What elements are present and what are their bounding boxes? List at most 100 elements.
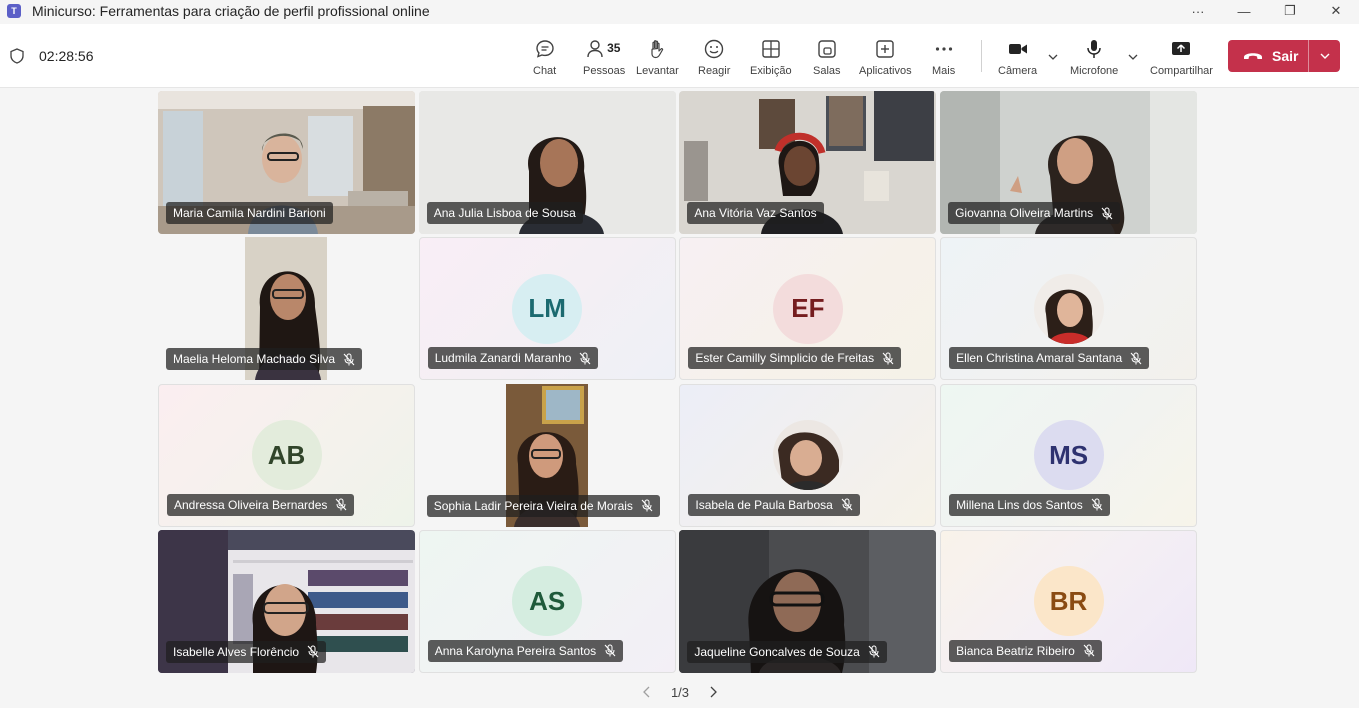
participant-tile[interactable]: Giovanna Oliveira Martins bbox=[940, 91, 1198, 234]
mic-off-icon bbox=[641, 499, 653, 512]
raise-hand-icon bbox=[651, 40, 664, 59]
participant-name-tag: Giovanna Oliveira Martins bbox=[948, 202, 1121, 224]
participant-name-tag: Maria Camila Nardini Barioni bbox=[166, 202, 333, 224]
participant-grid: Maria Camila Nardini Barioni Ana Julia L… bbox=[158, 91, 1198, 673]
more-button[interactable]: Mais bbox=[932, 38, 955, 82]
raise-hand-label: Levantar bbox=[636, 65, 679, 77]
minimize-icon[interactable]: — bbox=[1221, 0, 1267, 22]
share-screen-icon bbox=[1172, 42, 1191, 55]
participant-name-tag: Maelia Heloma Machado Silva bbox=[166, 348, 363, 371]
participant-avatar-initials: LM bbox=[512, 273, 583, 344]
hang-up-icon bbox=[1244, 53, 1262, 59]
participant-tile[interactable]: AS Anna Karolyna Pereira Santos bbox=[418, 529, 676, 673]
participant-name-tag: Bianca Beatriz Ribeiro bbox=[949, 639, 1102, 662]
microphone-label: Microfone bbox=[1070, 65, 1119, 77]
people-count: 35 bbox=[607, 41, 621, 55]
more-options-icon[interactable]: ··· bbox=[1175, 0, 1221, 22]
meeting-toolbar: 02:28:56 Chat 35 Pessoas Levantar Reagir… bbox=[0, 24, 1359, 88]
window-controls: ··· — ❐ ✕ bbox=[1175, 0, 1359, 22]
react-label: Reagir bbox=[698, 65, 731, 77]
grid-view-icon bbox=[762, 40, 780, 58]
page-indicator: 1/3 bbox=[670, 684, 690, 700]
participant-tile[interactable]: Isabelle Alves Florêncio bbox=[158, 529, 415, 673]
participant-name: Giovanna Oliveira Martins bbox=[955, 206, 1094, 220]
microphone-options-chevron-icon[interactable] bbox=[1127, 52, 1139, 62]
participant-name: Ester Camilly Simplicio de Freitas bbox=[695, 351, 875, 366]
leave-button[interactable]: Sair bbox=[1228, 40, 1340, 72]
participant-name-tag: Ludmila Zanardi Maranho bbox=[427, 347, 599, 370]
participant-avatar-initials: BR bbox=[1033, 566, 1104, 637]
participant-name-tag: Ester Camilly Simplicio de Freitas bbox=[688, 347, 902, 370]
participant-tile[interactable]: Sophia Ladir Pereira Vieira de Morais bbox=[418, 383, 676, 527]
previous-page-chevron-icon[interactable] bbox=[640, 685, 654, 699]
participant-tile[interactable]: MS Millena Lins dos Santos bbox=[940, 383, 1198, 527]
participant-tile[interactable]: Jaqueline Goncalves de Souza bbox=[679, 529, 937, 673]
people-button[interactable]: 35 Pessoas bbox=[583, 38, 625, 82]
mic-off-icon bbox=[604, 644, 616, 657]
view-button[interactable]: Exibição bbox=[750, 38, 792, 82]
participant-tile[interactable]: Ana Vitória Vaz Santos bbox=[679, 91, 937, 234]
teams-app-icon: T bbox=[7, 4, 21, 18]
participant-name-tag: Ana Vitória Vaz Santos bbox=[687, 202, 824, 224]
participant-avatar-photo bbox=[772, 420, 843, 491]
camera-label: Câmera bbox=[998, 65, 1038, 77]
participant-tile[interactable]: LM Ludmila Zanardi Maranho bbox=[418, 237, 676, 381]
rooms-label: Salas bbox=[813, 65, 841, 77]
shield-icon bbox=[10, 48, 24, 64]
pagination: 1/3 bbox=[640, 683, 720, 701]
next-page-chevron-icon[interactable] bbox=[706, 685, 720, 699]
toolbar-divider bbox=[981, 40, 982, 72]
mic-off-icon bbox=[868, 645, 880, 658]
leave-options-chevron-icon[interactable] bbox=[1309, 51, 1340, 61]
participant-name: Isabela de Paula Barbosa bbox=[695, 497, 833, 512]
participant-name: Ana Julia Lisboa de Sousa bbox=[433, 206, 576, 220]
smiley-icon bbox=[705, 39, 724, 59]
participant-name-tag: Jaqueline Goncalves de Souza bbox=[687, 640, 887, 663]
view-label: Exibição bbox=[750, 65, 792, 77]
people-label: Pessoas bbox=[583, 65, 626, 77]
participant-name: Ludmila Zanardi Maranho bbox=[434, 351, 572, 366]
participant-name-tag: Anna Karolyna Pereira Santos bbox=[427, 639, 624, 662]
participant-tile[interactable]: Maelia Heloma Machado Silva bbox=[158, 237, 415, 381]
participant-tile[interactable]: Maria Camila Nardini Barioni bbox=[158, 91, 415, 234]
mic-off-icon bbox=[1101, 207, 1113, 219]
participant-name: Maria Camila Nardini Barioni bbox=[173, 206, 326, 220]
breakout-rooms-icon bbox=[818, 40, 836, 58]
participant-name: Ellen Christina Amaral Santana bbox=[956, 351, 1123, 366]
chat-label: Chat bbox=[533, 65, 557, 77]
share-button[interactable]: Compartilhar bbox=[1150, 38, 1213, 82]
mic-off-icon bbox=[307, 645, 319, 658]
participant-avatar-initials: MS bbox=[1033, 420, 1104, 491]
participant-tile[interactable]: Ana Julia Lisboa de Sousa bbox=[418, 91, 676, 234]
participant-name: Andressa Oliveira Bernardes bbox=[174, 497, 328, 512]
participant-name-tag: Millena Lins dos Santos bbox=[949, 493, 1110, 516]
participant-name-tag: Isabelle Alves Florêncio bbox=[166, 640, 327, 663]
chat-icon bbox=[535, 40, 554, 58]
microphone-icon bbox=[1087, 40, 1101, 58]
camera-options-chevron-icon[interactable] bbox=[1047, 52, 1059, 62]
mic-off-icon bbox=[1130, 352, 1142, 365]
window-title: Minicurso: Ferramentas para criação de p… bbox=[32, 3, 430, 19]
participant-tile[interactable]: Ellen Christina Amaral Santana bbox=[940, 237, 1198, 381]
participant-tile[interactable]: EF Ester Camilly Simplicio de Freitas bbox=[679, 237, 937, 381]
close-icon[interactable]: ✕ bbox=[1313, 0, 1359, 22]
apps-button[interactable]: Aplicativos bbox=[859, 38, 912, 82]
camera-icon bbox=[1008, 44, 1027, 54]
restore-icon[interactable]: ❐ bbox=[1267, 0, 1313, 22]
participant-name: Maelia Heloma Machado Silva bbox=[173, 352, 336, 367]
participant-tile[interactable]: BR Bianca Beatriz Ribeiro bbox=[940, 529, 1198, 673]
title-bar: T Minicurso: Ferramentas para criação de… bbox=[0, 0, 1359, 22]
participant-tile[interactable]: AB Andressa Oliveira Bernardes bbox=[158, 383, 415, 527]
participant-name-tag: Ellen Christina Amaral Santana bbox=[949, 347, 1150, 370]
add-apps-icon bbox=[876, 40, 894, 58]
microphone-button[interactable]: Microfone bbox=[1070, 38, 1118, 82]
rooms-button[interactable]: Salas bbox=[813, 38, 841, 82]
chat-button[interactable]: Chat bbox=[533, 38, 556, 82]
leave-main[interactable]: Sair bbox=[1228, 48, 1308, 64]
participant-avatar-initials: AB bbox=[251, 420, 322, 491]
participant-tile[interactable]: Isabela de Paula Barbosa bbox=[679, 383, 937, 527]
react-button[interactable]: Reagir bbox=[698, 38, 730, 82]
participant-name: Isabelle Alves Florêncio bbox=[173, 644, 300, 659]
raise-hand-button[interactable]: Levantar bbox=[636, 38, 679, 82]
camera-button[interactable]: Câmera bbox=[998, 38, 1037, 82]
